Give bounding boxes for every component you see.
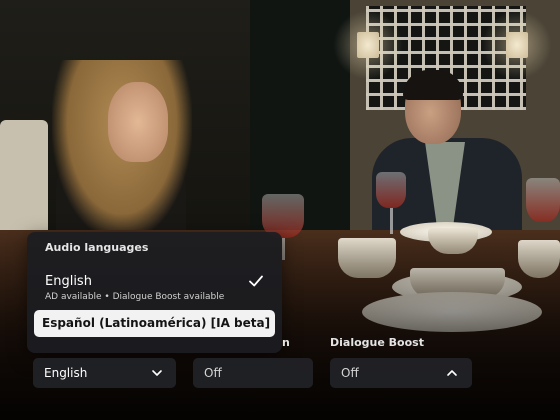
audio-option-english[interactable]: English AD available • Dialogue Boost av… <box>27 266 282 306</box>
menu-title: Audio languages <box>45 241 149 254</box>
audio-languages-menu: Audio languages English AD available • D… <box>27 232 282 353</box>
audio-option-label: Español (Latinoamérica) [IA beta] <box>42 316 271 330</box>
subtitles-dropdown[interactable]: Off <box>193 358 313 388</box>
chevron-down-icon <box>152 370 162 376</box>
dropdown-value: Off <box>204 366 222 380</box>
subtitles-label: n <box>282 336 290 349</box>
video-frame <box>0 0 560 420</box>
audio-option-sublabel: AD available • Dialogue Boost available <box>45 292 225 302</box>
dialogue-boost-label: Dialogue Boost <box>330 336 424 349</box>
audio-language-dropdown[interactable]: English <box>33 358 176 388</box>
dropdown-value: English <box>44 366 88 380</box>
bottom-gradient <box>0 0 560 420</box>
check-icon <box>249 275 263 287</box>
audio-option-espanol-latinoamerica[interactable]: Español (Latinoamérica) [IA beta] <box>34 310 275 337</box>
chevron-up-icon <box>447 370 457 376</box>
audio-option-label: English <box>45 274 92 289</box>
dialogue-boost-dropdown[interactable]: Off <box>330 358 472 388</box>
dropdown-value: Off <box>341 366 359 380</box>
